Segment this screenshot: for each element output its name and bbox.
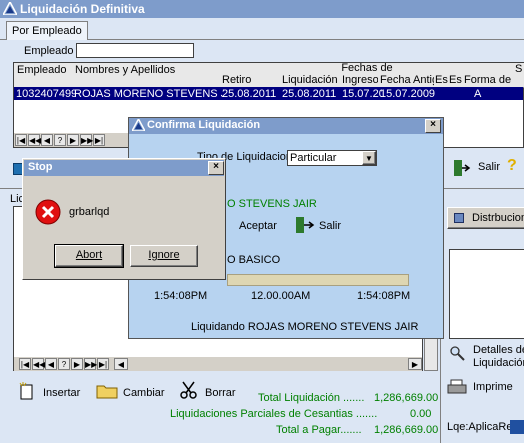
hscroll-right-icon[interactable]: ▶	[408, 358, 422, 370]
row-antig: 15.07.2009	[380, 88, 436, 100]
abort-label: Abort	[75, 249, 103, 261]
time-end: 1:54:08PM	[357, 290, 411, 302]
nav-last-icon[interactable]: ▶|	[93, 134, 105, 146]
taskbar-icon[interactable]	[510, 420, 524, 434]
time-start: 1:54:08PM	[154, 290, 208, 302]
stop-dialog: Stop × grbarlqd Abort Ignore	[22, 158, 226, 280]
nav2-last-icon[interactable]: ▶|	[97, 358, 109, 370]
error-icon	[35, 199, 61, 225]
confirm-salir-button[interactable]: Salir	[319, 220, 341, 232]
time-mid: 12.00.00AM	[251, 290, 311, 302]
detalles-label[interactable]: Detalles de	[473, 344, 524, 356]
row-nombre: ROJAS MORENO STEVENS JAIR	[74, 88, 224, 100]
confirm-title-bar: Confirma Liquidación ×	[129, 118, 443, 134]
table-row[interactable]: 1032407499 ROJAS MORENO STEVENS JAIR 25.…	[14, 87, 523, 100]
nav2-search-icon[interactable]: ?	[58, 358, 70, 370]
window-title-bar: Liquidación Definitiva	[0, 0, 524, 18]
cambiar-button[interactable]: Cambiar	[123, 387, 165, 399]
grid-navigator: |◀ ◀◀ ◀ ? ▶ ▶▶ ▶|	[14, 133, 128, 147]
window-title: Liquidación Definitiva	[20, 2, 145, 16]
parciales-label: Liquidaciones Parciales de Cesantias ...…	[170, 408, 378, 420]
nav2-prev-icon[interactable]: ◀	[45, 358, 57, 370]
distribucion-label: Distrbucion	[472, 212, 524, 224]
abort-button[interactable]: Abort	[54, 244, 124, 268]
ignore-button[interactable]: Ignore	[130, 245, 198, 267]
liquidacion-side-label[interactable]: Liquidación	[473, 357, 524, 369]
nav2-next-icon[interactable]: ▶	[71, 358, 83, 370]
row-ingreso: 15.07.20	[342, 88, 382, 100]
progress-bar	[227, 274, 409, 286]
stop-close-icon[interactable]: ×	[208, 161, 224, 175]
exit-door-icon[interactable]	[451, 158, 471, 178]
tab-bar: Por Empleado	[0, 18, 524, 40]
ignore-label: Ignore	[148, 249, 180, 261]
nav-next-icon[interactable]: ▶	[67, 134, 79, 146]
stop-title: Stop	[28, 161, 53, 173]
nav-search-icon[interactable]: ?	[54, 134, 66, 146]
exit-door-icon[interactable]	[293, 215, 315, 235]
tipo-liquidacion-select[interactable]: Particular ▼	[287, 150, 377, 166]
hscroll-left-icon[interactable]: ◀	[114, 358, 128, 370]
app-logo-icon	[3, 2, 17, 15]
confirm-close-icon[interactable]: ×	[425, 119, 441, 133]
col-empleado[interactable]: Empleado	[14, 63, 79, 90]
salir-button[interactable]: Salir	[478, 161, 500, 173]
row-liquidacion: 25.08.2011	[282, 88, 337, 100]
right-side-panel: Distrbucion Detalles de Liquidación Impr…	[440, 188, 524, 443]
distribucion-icon	[454, 213, 464, 223]
nav-prev-icon[interactable]: ◀	[41, 134, 53, 146]
confirm-employee-name: O STEVENS JAIR	[227, 198, 317, 210]
confirm-title: Confirma Liquidación	[147, 119, 261, 131]
printer-icon[interactable]	[447, 379, 467, 395]
magnifier-icon[interactable]	[449, 345, 465, 361]
total-pagar-value: 1,286,669.00	[374, 424, 439, 436]
app-logo-icon	[132, 119, 145, 131]
change-folder-icon[interactable]	[96, 381, 118, 399]
distribucion-button[interactable]: Distrbucion	[447, 207, 524, 229]
nav2-prev-page-icon[interactable]: ◀◀	[32, 358, 45, 370]
col-s[interactable]: S	[514, 63, 524, 88]
parciales-value: 0.00	[410, 408, 432, 420]
tipo-liquidacion-value: Particular	[290, 152, 337, 164]
total-pagar-label: Total a Pagar.......	[276, 424, 362, 436]
side-list	[449, 249, 524, 339]
nav2-first-icon[interactable]: |◀	[19, 358, 31, 370]
row-forma: A	[474, 88, 482, 100]
aceptar-button[interactable]: Aceptar	[239, 220, 277, 232]
stop-message: grbarlqd	[69, 206, 110, 218]
nav-first-icon[interactable]: |◀	[15, 134, 27, 146]
concept-label: O BASICO	[227, 254, 281, 266]
col-nombres[interactable]: Nombres y Apellidos	[72, 63, 227, 90]
nav2-next-page-icon[interactable]: ▶▶	[84, 358, 97, 370]
status-text: Liquidando ROJAS MORENO STEVENS JAIR	[191, 321, 419, 333]
row-retiro: 25.08.2011	[222, 88, 277, 100]
scissors-icon[interactable]	[180, 381, 198, 399]
stop-title-bar: Stop ×	[24, 160, 224, 176]
empleado-input[interactable]	[76, 43, 194, 58]
insert-icon[interactable]	[18, 382, 36, 400]
borrar-button[interactable]: Borrar	[205, 387, 236, 399]
chevron-down-icon[interactable]: ▼	[362, 151, 376, 165]
row-empleado: 1032407499	[16, 88, 76, 100]
concept-grid-navigator: |◀ ◀◀ ◀ ? ▶ ▶▶ ▶| ◀ ▶	[14, 357, 422, 371]
imprime-button[interactable]: Imprime	[473, 381, 513, 393]
nav-next-page-icon[interactable]: ▶▶	[80, 134, 93, 146]
tab-por-empleado[interactable]: Por Empleado	[6, 21, 88, 40]
total-liquidacion-value: 1,286,669.00	[374, 392, 439, 404]
help-icon[interactable]: ?	[507, 157, 517, 175]
total-liquidacion-label: Total Liquidación .......	[258, 392, 365, 404]
lqe-aplicaret-label: Lqe:AplicaRet	[447, 421, 516, 433]
insertar-button[interactable]: Insertar	[43, 387, 80, 399]
nav-prev-page-icon[interactable]: ◀◀	[28, 134, 41, 146]
empleado-label: Empleado :	[24, 45, 80, 57]
